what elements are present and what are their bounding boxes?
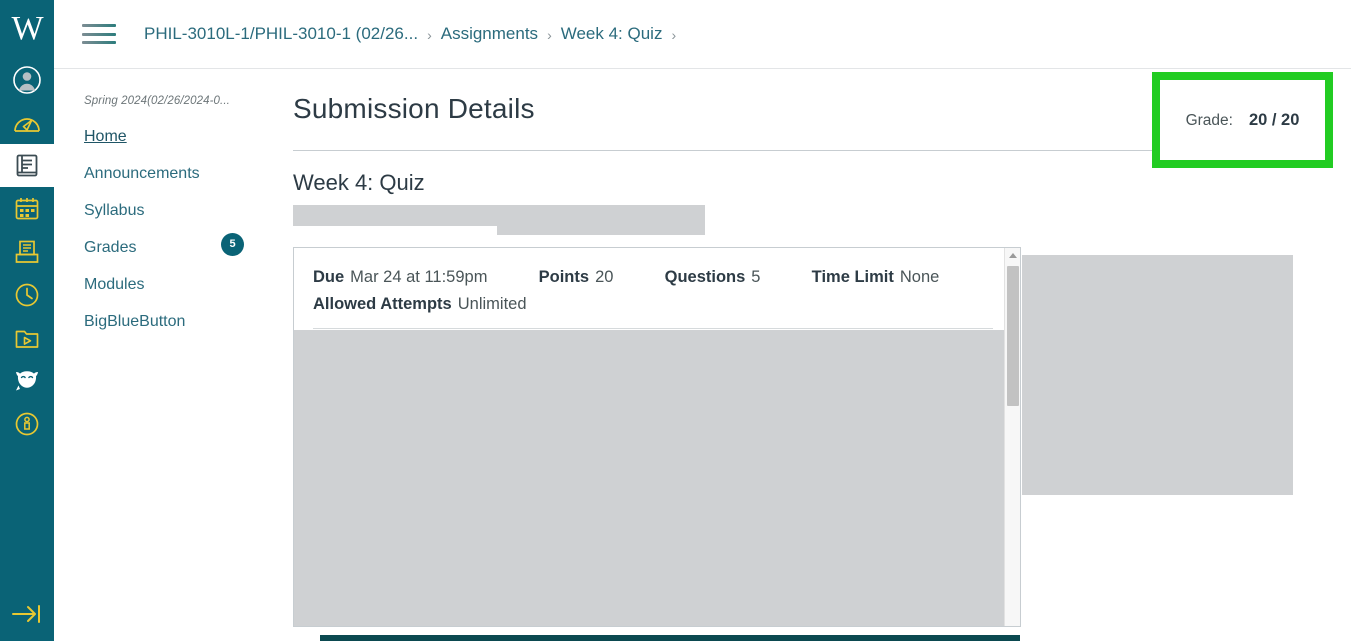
dashboard-icon: [12, 110, 42, 136]
sidebar-item-label: Home: [84, 128, 127, 145]
hamburger-icon[interactable]: [82, 21, 116, 47]
global-nav-courses[interactable]: [0, 144, 54, 187]
folder-play-icon: [13, 324, 41, 352]
grade-value: 20 / 20: [1248, 110, 1300, 129]
questions-value: 5: [751, 268, 761, 286]
sidebar-item-modules[interactable]: Modules: [84, 277, 254, 314]
questions-label: Questions: [664, 268, 746, 286]
time-limit-value: None: [899, 268, 940, 286]
redaction-block: [293, 205, 503, 226]
sidebar-item-label: Modules: [84, 276, 145, 293]
breadcrumb-course[interactable]: PHIL-3010L-1/PHIL-3010-1 (02/26...: [144, 24, 418, 44]
global-nav-account[interactable]: [0, 58, 54, 101]
hamburger-line: [82, 41, 116, 44]
book-icon: [13, 152, 41, 180]
grades-count-badge: 5: [221, 233, 244, 256]
course-navigation: Spring 2024(02/26/2024-0... Home Announc…: [54, 69, 272, 641]
breadcrumb: PHIL-3010L-1/PHIL-3010-1 (02/26... › Ass…: [144, 24, 685, 44]
breadcrumb-quiz[interactable]: Week 4: Quiz: [561, 24, 663, 44]
global-nav-help[interactable]: [0, 402, 54, 445]
assignment-title: Week 4: Quiz: [293, 170, 425, 195]
inbox-icon: [13, 238, 41, 266]
hamburger-line: [82, 32, 116, 36]
allowed-attempts-label: Allowed Attempts: [313, 295, 452, 313]
sidebar-item-label: Announcements: [84, 165, 200, 182]
quiz-meta-row-primary: Due Mar 24 at 11:59pm Points 20 Questions 5…: [313, 264, 1020, 291]
points-label: Points: [538, 268, 590, 286]
global-nav-bigbluebutton[interactable]: [0, 359, 54, 402]
global-nav-history[interactable]: [0, 273, 54, 316]
grade-highlight-box: Grade: 20 / 20: [1152, 72, 1333, 168]
quiz-details-panel: Due Mar 24 at 11:59pm Points 20 Questions 5…: [293, 247, 1021, 627]
canvas-lms-submission-details-page: W PHIL-3010L-1/PHIL-3010-1 (02/26... › A…: [0, 0, 1351, 641]
redacted-subheader: [293, 205, 1351, 237]
global-nav-inbox[interactable]: [0, 230, 54, 273]
breadcrumb-separator: ›: [547, 27, 552, 43]
global-nav-collapse-toggle[interactable]: [0, 591, 54, 641]
sidebar-item-label: BigBlueButton: [84, 313, 186, 330]
time-limit-label: Time Limit: [811, 268, 894, 286]
sidebar-item-grades[interactable]: Grades 5: [84, 233, 254, 277]
arrow-to-right-icon: [10, 603, 44, 630]
due-value: Mar 24 at 11:59pm: [350, 268, 488, 286]
sidebar-item-bigbluebutton[interactable]: BigBlueButton: [84, 314, 254, 351]
vertical-scrollbar[interactable]: [1004, 248, 1020, 626]
redaction-block: [294, 330, 1006, 626]
scrollbar-thumb[interactable]: [1007, 266, 1019, 406]
owl-icon: [12, 369, 42, 393]
global-nav-calendar[interactable]: [0, 187, 54, 230]
scroll-up-arrow-icon[interactable]: [1005, 248, 1020, 263]
course-term-label: Spring 2024(02/26/2024-0...: [84, 95, 230, 107]
allowed-attempts-value: Unlimited: [457, 295, 527, 313]
user-circle-icon: [12, 65, 42, 95]
info-circle-icon: [13, 410, 41, 438]
global-nav-studio[interactable]: [0, 316, 54, 359]
bottom-accent-bar: [320, 635, 1020, 641]
sidebar-item-announcements[interactable]: Announcements: [84, 166, 254, 203]
quiz-meta-row-attempts: Allowed Attempts Unlimited: [313, 291, 1020, 318]
institution-logo[interactable]: W: [0, 0, 54, 58]
grade-label: Grade:: [1185, 111, 1233, 129]
breadcrumb-assignments[interactable]: Assignments: [441, 24, 538, 44]
due-label: Due: [313, 268, 345, 286]
quiz-metadata: Due Mar 24 at 11:59pm Points 20 Questions 5…: [294, 248, 1020, 318]
global-nav-dashboard[interactable]: [0, 101, 54, 144]
sidebar-item-label: Grades: [84, 239, 137, 256]
global-navigation: W: [0, 0, 54, 641]
quiz-meta-divider: [313, 328, 993, 329]
breadcrumb-separator: ›: [427, 27, 432, 43]
breadcrumb-separator: ›: [671, 27, 677, 43]
grade-display: Grade: 20 / 20: [1186, 111, 1300, 130]
redaction-block: [1022, 255, 1293, 495]
clock-icon: [13, 281, 41, 309]
sidebar-item-home[interactable]: Home: [84, 129, 254, 166]
sidebar-item-label: Syllabus: [84, 202, 145, 219]
redaction-block: [497, 205, 705, 235]
calendar-icon: [13, 195, 41, 223]
points-value: 20: [595, 268, 614, 286]
hamburger-line: [82, 24, 116, 27]
top-bar: PHIL-3010L-1/PHIL-3010-1 (02/26... › Ass…: [54, 0, 1351, 69]
